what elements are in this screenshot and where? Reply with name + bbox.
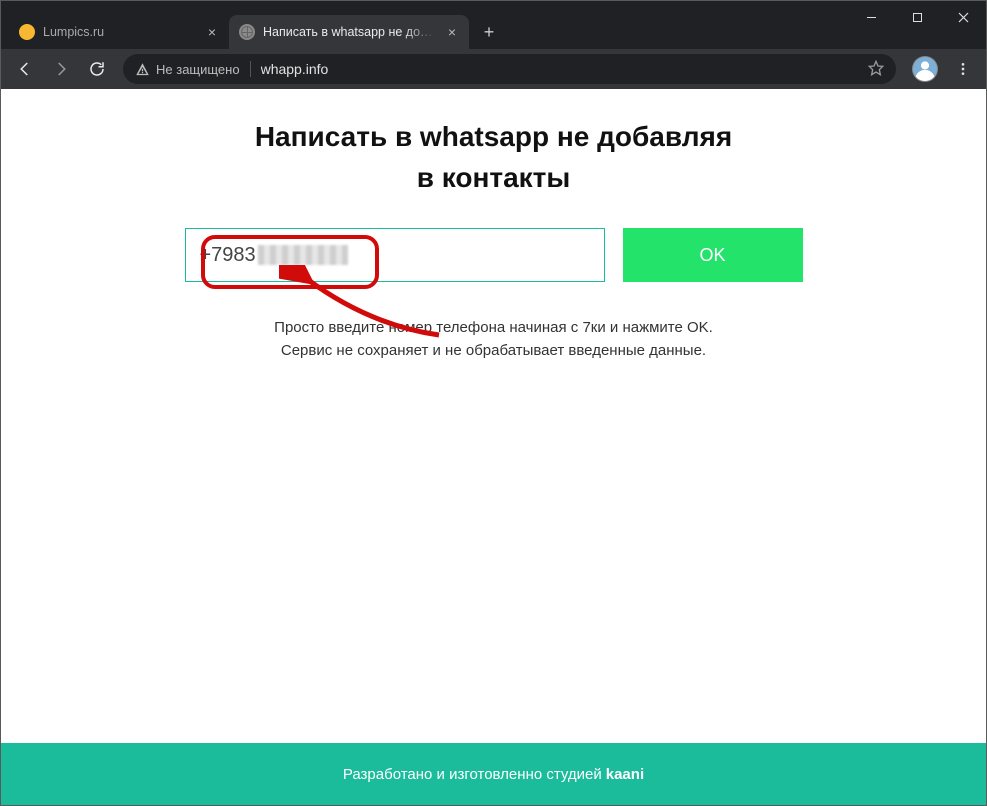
tab-title: Написать в whatsapp не добавл bbox=[263, 25, 437, 39]
browser-menu-button[interactable] bbox=[948, 54, 978, 84]
window-titlebar: Lumpics.ru × Написать в whatsapp не доба… bbox=[1, 1, 986, 49]
bookmark-star-icon[interactable] bbox=[868, 60, 884, 79]
new-tab-button[interactable]: + bbox=[475, 18, 503, 46]
page-title: Написать в whatsapp не добавляя в контак… bbox=[255, 117, 732, 198]
footer-studio-link[interactable]: kaani bbox=[606, 766, 644, 783]
reload-button[interactable] bbox=[81, 53, 113, 85]
favicon-icon bbox=[19, 24, 35, 40]
page-footer: Разработано и изготовленно студией kaani bbox=[1, 743, 986, 805]
browser-toolbar: Не защищено whapp.info bbox=[1, 49, 986, 89]
url-text: whapp.info bbox=[261, 61, 858, 77]
security-indicator[interactable]: Не защищено bbox=[135, 62, 240, 77]
tab-lumpics[interactable]: Lumpics.ru × bbox=[9, 15, 229, 49]
hint-text: Просто введите номер телефона начиная с … bbox=[274, 316, 713, 363]
close-tab-icon[interactable]: × bbox=[445, 25, 459, 39]
phone-input[interactable]: +7983 bbox=[185, 228, 605, 282]
tab-strip: Lumpics.ru × Написать в whatsapp не доба… bbox=[1, 1, 848, 49]
warning-icon bbox=[135, 62, 150, 77]
close-tab-icon[interactable]: × bbox=[205, 25, 219, 39]
hint-line: Сервис не сохраняет и не обрабатывает вв… bbox=[274, 339, 713, 362]
page-content: Написать в whatsapp не добавляя в контак… bbox=[1, 89, 986, 743]
forward-button[interactable] bbox=[45, 53, 77, 85]
close-window-button[interactable] bbox=[940, 1, 986, 33]
redacted-digits bbox=[258, 245, 348, 265]
globe-icon bbox=[239, 24, 255, 40]
footer-text: Разработано и изготовленно студией bbox=[343, 766, 602, 783]
ok-button[interactable]: OK bbox=[623, 228, 803, 282]
profile-avatar[interactable] bbox=[912, 56, 938, 82]
page-viewport: Написать в whatsapp не добавляя в контак… bbox=[1, 89, 986, 805]
divider bbox=[250, 61, 251, 77]
back-button[interactable] bbox=[9, 53, 41, 85]
heading-line: в контакты bbox=[255, 158, 732, 199]
minimize-button[interactable] bbox=[848, 1, 894, 33]
address-bar[interactable]: Не защищено whapp.info bbox=[123, 54, 896, 84]
phone-value-prefix: +7983 bbox=[200, 244, 256, 267]
phone-form: +7983 OK bbox=[185, 228, 803, 282]
tab-whapp[interactable]: Написать в whatsapp не добавл × bbox=[229, 15, 469, 49]
security-label: Не защищено bbox=[156, 62, 240, 77]
tab-title: Lumpics.ru bbox=[43, 25, 197, 39]
window-controls bbox=[848, 1, 986, 33]
heading-line: Написать в whatsapp не добавляя bbox=[255, 117, 732, 158]
maximize-button[interactable] bbox=[894, 1, 940, 33]
hint-line: Просто введите номер телефона начиная с … bbox=[274, 316, 713, 339]
